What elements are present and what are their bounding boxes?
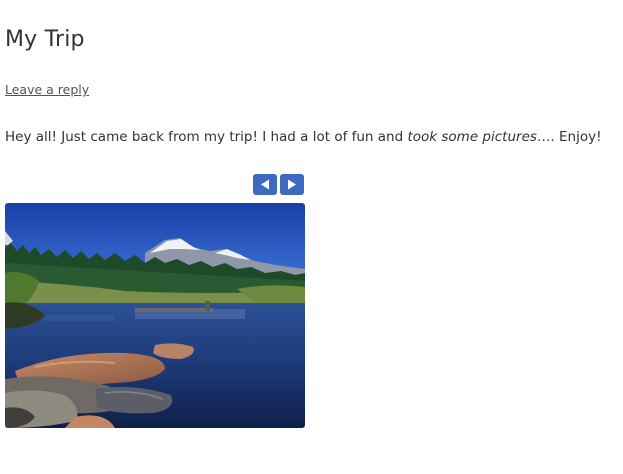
previous-slide-button[interactable]	[253, 174, 277, 195]
leave-reply-link[interactable]: Leave a reply	[5, 82, 89, 97]
post-intro-text: Hey all! Just came back from my trip! I …	[5, 129, 602, 145]
triangle-right-icon	[288, 179, 296, 190]
slider-controls	[253, 174, 304, 195]
slideshow-image[interactable]	[5, 203, 305, 428]
triangle-left-icon	[261, 179, 269, 190]
mountain-lake-photo	[5, 203, 305, 428]
post-title: My Trip	[5, 27, 85, 52]
next-slide-button[interactable]	[280, 174, 304, 195]
intro-text-start: Hey all! Just came back from my trip! I …	[5, 129, 408, 145]
intro-text-italic: took some pictures	[407, 129, 537, 145]
intro-text-end: …. Enjoy!	[536, 129, 602, 145]
